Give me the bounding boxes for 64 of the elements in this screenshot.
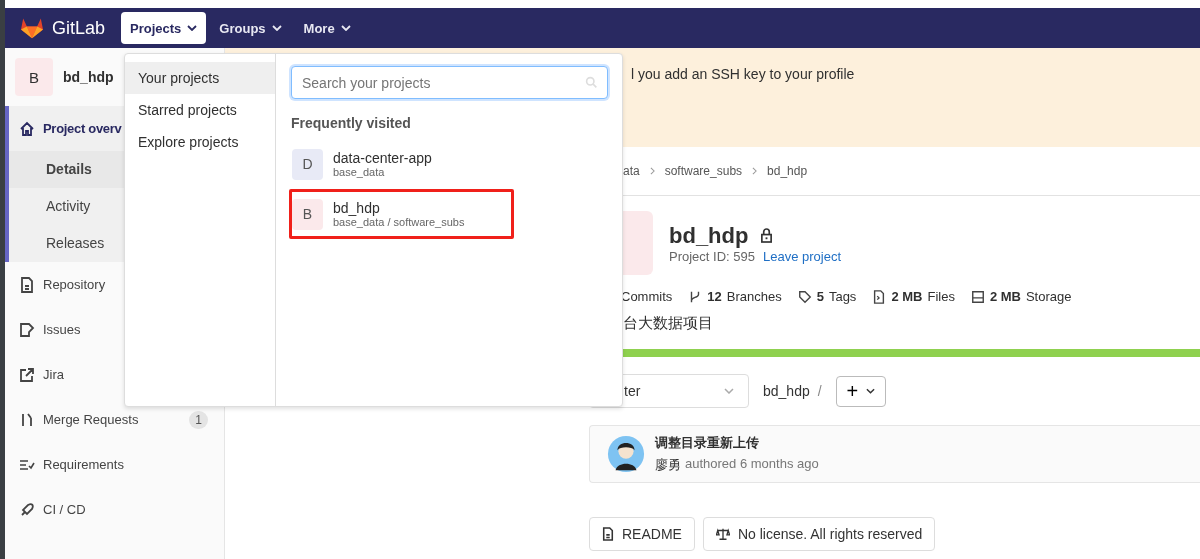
merge-request-icon (19, 411, 35, 428)
project-avatar: D (292, 148, 323, 180)
nav-menu[interactable]: Projects (121, 12, 207, 44)
breadcrumb-link[interactable]: ata (623, 164, 640, 178)
stat-link[interactable]: 12 Branches (688, 289, 782, 304)
commit-title[interactable]: 调整目录重新上传 (655, 434, 819, 452)
scale-icon (715, 527, 730, 541)
external-link-icon (19, 366, 35, 383)
repository-path[interactable]: bd_hdp (763, 383, 810, 399)
add-button[interactable]: + (835, 375, 887, 407)
count-badge: 1 (189, 410, 208, 429)
dropdown-item[interactable]: Your projects (125, 62, 275, 94)
rocket-icon (19, 501, 35, 518)
project-name[interactable]: bd_hdp (63, 69, 114, 85)
chevron-down-icon (340, 25, 351, 31)
commit-author[interactable]: 廖勇 (655, 456, 681, 474)
sidebar-item[interactable]: Merge Requests 1 (9, 397, 224, 442)
leave-project-link[interactable]: Leave project (763, 248, 842, 264)
sidebar-item[interactable]: Repository (9, 262, 224, 307)
search-field[interactable]: Search your projects (291, 66, 608, 99)
chevron-right-icon (752, 167, 758, 175)
readme-button[interactable]: README (589, 517, 695, 551)
sidebar-item[interactable]: Issues (9, 307, 224, 352)
section-heading: Frequently visited (291, 115, 412, 131)
project-id: Project ID: 595 (669, 248, 755, 264)
project-avatar: B (292, 198, 323, 230)
project-item[interactable]: B bd_hdp base_data / software_subs (289, 189, 514, 239)
sidebar-item[interactable]: Jira (9, 352, 224, 397)
breadcrumb-link[interactable]: software_subs (664, 164, 743, 178)
stat-link[interactable]: Commits (621, 289, 673, 304)
storage-icon (970, 289, 985, 304)
chevron-down-icon (866, 388, 876, 394)
project-description: 台大数据项目 (622, 314, 714, 333)
tag-icon (797, 289, 812, 304)
stat-link[interactable]: 2 MB Files (872, 289, 955, 304)
search-icon (585, 76, 598, 89)
sidebar-item[interactable]: Requirements (9, 442, 224, 487)
stat-link[interactable]: 5 Tags (797, 289, 857, 304)
file-icon (602, 527, 614, 541)
avatar-icon (607, 435, 645, 473)
home-icon (19, 120, 35, 137)
sidebar-item[interactable]: CI / CD (9, 487, 224, 532)
project-title: bd_hdp (669, 222, 749, 249)
file-icon (872, 289, 887, 304)
project-item[interactable]: D data-center-app base_data (289, 139, 514, 189)
stat-link[interactable]: 2 MB Storage (970, 289, 1072, 304)
nav-menu[interactable]: More (294, 12, 360, 44)
file-icon (19, 276, 35, 293)
chevron-right-icon (649, 167, 655, 175)
dropdown-item[interactable]: Starred projects (125, 94, 275, 126)
chevron-down-icon (187, 25, 198, 31)
breadcrumb-link[interactable]: bd_hdp (767, 164, 808, 178)
chevron-down-icon (271, 25, 282, 31)
commit-time: authored 6 months ago (685, 456, 819, 473)
lock-icon (760, 228, 774, 243)
path-separator: / (817, 383, 822, 399)
brand-name[interactable]: GitLab (52, 17, 106, 39)
chevron-down-icon (724, 388, 734, 394)
nav-menu[interactable]: Groups (210, 12, 291, 44)
fox-logo-icon[interactable] (20, 17, 44, 39)
issue-icon (19, 321, 35, 338)
license-button[interactable]: No license. All rights reserved (702, 517, 936, 551)
alert-text: l you add an SSH key to your profile (631, 66, 855, 82)
project-avatar[interactable]: B (15, 58, 53, 96)
